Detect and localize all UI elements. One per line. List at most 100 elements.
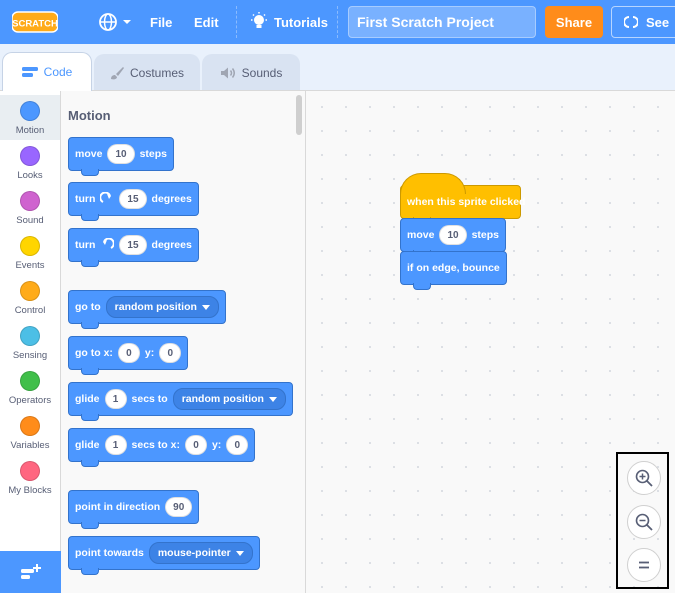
lightbulb-icon	[251, 12, 267, 28]
category-label: Variables	[10, 440, 50, 451]
block-text: steps	[471, 229, 499, 241]
secs-input[interactable]: 1	[104, 435, 127, 455]
block-go-to-xy[interactable]: go to x: 0 y: 0	[68, 336, 189, 375]
category-looks[interactable]: Looks	[0, 140, 60, 185]
degrees-input[interactable]: 15	[119, 189, 147, 209]
go-to-target-dropdown[interactable]: random position	[105, 296, 219, 318]
menu-divider	[236, 6, 237, 38]
block-text: turn	[75, 239, 96, 251]
category-variables[interactable]: Variables	[0, 410, 60, 455]
share-button[interactable]: Share	[545, 6, 603, 38]
category-events[interactable]: Events	[0, 230, 60, 275]
script-when-sprite-clicked[interactable]: when this sprite clicked	[400, 173, 525, 224]
block-point-direction[interactable]: point in direction 90	[68, 490, 200, 529]
variables-color-dot	[20, 416, 40, 436]
tab-code[interactable]: Code	[2, 52, 92, 91]
globe-icon	[99, 13, 117, 31]
language-menu[interactable]	[98, 0, 132, 44]
block-move-steps[interactable]: move 10 steps	[68, 137, 174, 176]
block-text: secs to	[131, 393, 168, 405]
chevron-down-icon	[235, 550, 244, 556]
script-move-steps[interactable]: move 10 steps	[400, 218, 506, 257]
block-text: point towards	[75, 547, 144, 559]
category-label: Sound	[16, 215, 44, 226]
block-turn-left[interactable]: turn 15 degrees	[68, 228, 199, 267]
x-input[interactable]: 0	[117, 343, 140, 363]
scratch-logo[interactable]: SCRATCH	[12, 10, 58, 34]
tab-costumes[interactable]: Costumes	[94, 54, 200, 90]
palette-scrollbar[interactable]	[296, 95, 302, 135]
y-input[interactable]: 0	[226, 435, 249, 455]
add-extension-button[interactable]	[0, 551, 61, 593]
script-if-on-edge-bounce[interactable]: if on edge, bounce	[400, 251, 507, 290]
block-glide-xy[interactable]: glide 1 secs to x: 0 y: 0	[68, 428, 256, 467]
edit-menu[interactable]: Edit	[194, 0, 219, 44]
category-control[interactable]: Control	[0, 275, 60, 320]
block-text: go to	[75, 301, 101, 313]
tab-sounds[interactable]: Sounds	[202, 54, 300, 90]
block-turn-right[interactable]: turn 15 degrees	[68, 182, 199, 221]
block-glide-to[interactable]: glide 1 secs to random position	[68, 382, 293, 421]
steps-input[interactable]: 10	[107, 144, 135, 164]
editor-tabs: Code Costumes Sounds	[0, 44, 675, 91]
block-text: glide	[75, 439, 100, 451]
category-label: Control	[14, 305, 46, 316]
looks-color-dot	[20, 146, 40, 166]
block-go-to[interactable]: go to random position	[68, 290, 226, 329]
category-label: Sensing	[12, 350, 48, 361]
zoom-reset-button[interactable]	[627, 548, 661, 582]
zoom-in-button[interactable]	[627, 461, 661, 495]
block-text: degrees	[151, 239, 192, 251]
block-text: move	[75, 148, 103, 160]
sound-color-dot	[20, 191, 40, 211]
category-sensing[interactable]: Sensing	[0, 320, 60, 365]
see-project-label: See	[646, 14, 670, 30]
tutorials-label: Tutorials	[274, 14, 328, 30]
menu-divider	[337, 6, 338, 38]
tab-sounds-label: Sounds	[241, 65, 283, 80]
block-text: move	[407, 229, 435, 241]
events-color-dot	[20, 236, 40, 256]
category-my-blocks[interactable]: My Blocks	[0, 455, 60, 500]
my-blocks-color-dot	[20, 461, 40, 481]
tutorials-button[interactable]: Tutorials	[250, 0, 328, 44]
direction-input[interactable]: 90	[165, 497, 193, 517]
file-menu[interactable]: File	[150, 0, 172, 44]
block-text: y:	[144, 347, 155, 359]
zoom-out-icon	[635, 513, 653, 531]
project-title-input[interactable]: First Scratch Project	[348, 6, 536, 38]
zoom-out-button[interactable]	[627, 505, 661, 539]
dropdown-value: random position	[114, 301, 197, 313]
speaker-icon	[220, 67, 235, 78]
block-text: y:	[211, 439, 222, 451]
block-text: turn	[75, 193, 96, 205]
x-input[interactable]: 0	[184, 435, 207, 455]
category-label: Events	[15, 260, 45, 271]
zoom-reset-icon	[639, 561, 649, 569]
see-project-page-button[interactable]: See	[611, 6, 675, 38]
category-operators[interactable]: Operators	[0, 365, 60, 410]
category-label: Motion	[15, 125, 45, 136]
category-sound[interactable]: Sound	[0, 185, 60, 230]
point-towards-dropdown[interactable]: mouse-pointer	[148, 542, 253, 564]
degrees-input[interactable]: 15	[119, 235, 147, 255]
tab-code-label: Code	[43, 65, 73, 79]
y-input[interactable]: 0	[159, 343, 182, 363]
block-text: glide	[75, 393, 100, 405]
category-label: Looks	[17, 170, 43, 181]
category-motion[interactable]: Motion	[0, 95, 60, 140]
rotate-right-icon	[100, 192, 112, 203]
block-text: when this sprite clicked	[407, 196, 526, 208]
block-point-towards[interactable]: point towards mouse-pointer	[68, 536, 260, 575]
steps-input[interactable]: 10	[439, 225, 467, 245]
secs-input[interactable]: 1	[104, 389, 127, 409]
zoom-in-icon	[635, 469, 653, 487]
svg-text:SCRATCH: SCRATCH	[12, 19, 58, 30]
add-extension-icon	[20, 564, 41, 579]
glide-target-dropdown[interactable]: random position	[172, 388, 286, 410]
block-text: point in direction	[75, 501, 161, 513]
code-icon	[21, 67, 38, 77]
brush-icon	[110, 66, 124, 79]
palette-heading-motion: Motion	[68, 108, 111, 123]
motion-color-dot	[20, 101, 40, 121]
